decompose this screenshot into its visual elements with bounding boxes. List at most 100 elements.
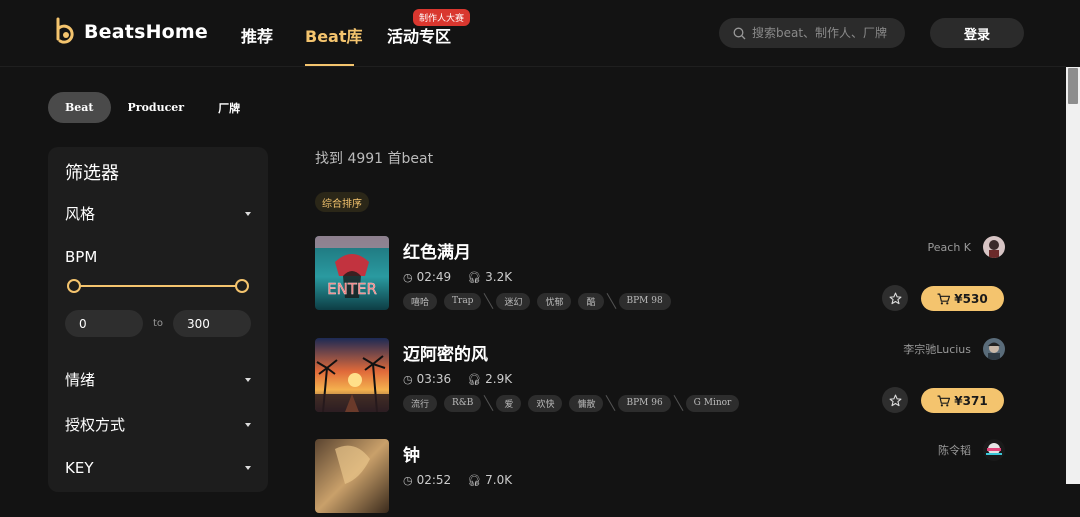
filter-bpm-label: BPM [65,248,98,266]
avatar[interactable] [983,236,1005,258]
buy-button[interactable]: ¥371 [921,388,1004,413]
beatshome-logo-icon [56,17,74,44]
track-title[interactable]: 迈阿密的风 [403,340,488,365]
filter-bpm-header: BPM [65,248,251,266]
active-nav-indicator [305,64,354,66]
track-row[interactable]: ENTER 红色满月 ◷ 02:49 🎧︎ 3.2K 嘻哈 Trap 迷幻 忧郁 酷… [315,236,1005,314]
tag-chip[interactable]: 忧郁 [537,292,572,310]
track-duration: 03:36 [416,372,452,386]
track-tags: 流行 R&B 爱 欢快 慵散 BPM 96 G Minor [403,394,740,412]
track-meta: ◷ 03:36 🎧︎ 2.9K [403,372,512,386]
cart-icon [937,293,951,304]
track-duration: 02:52 [416,473,452,487]
scrollbar-gutter-top [1066,0,1080,67]
filter-key-label: KEY [65,459,94,477]
clock-icon: ◷ [403,271,413,284]
search-input[interactable] [752,26,892,40]
track-cover[interactable] [315,338,389,412]
chevron-down-icon [245,377,251,382]
tag-chip[interactable]: 爱 [496,394,522,412]
headphones-icon: 🎧︎ [467,271,482,284]
filter-style-label: 风格 [65,205,96,223]
bpm-range-slider[interactable] [73,285,243,287]
tag-chip[interactable]: Trap [444,292,482,310]
brand-logo[interactable]: BeatsHome [54,17,208,47]
filter-style-dropdown[interactable]: 风格 [65,203,251,224]
bpm-min-input[interactable]: 0 [65,310,143,337]
tag-chip[interactable]: 欢快 [528,394,563,412]
sort-dropdown[interactable]: 综合排序 [315,192,369,212]
search-box[interactable] [719,18,905,48]
filter-mood-dropdown[interactable]: 情绪 [65,369,251,390]
avatar[interactable] [983,338,1005,360]
tag-divider [606,394,616,412]
filter-license-label: 授权方式 [65,416,126,434]
producer-info[interactable]: 陈令韬 [938,439,1005,461]
track-plays: 2.9K [485,372,513,386]
producer-name[interactable]: 李宗驰Lucius [903,341,971,357]
nav-beat-library[interactable]: Beat库 [305,23,363,47]
producer-name[interactable]: 陈令韬 [938,442,971,458]
track-row[interactable]: 钟 ◷ 02:52 🎧︎ 7.0K 陈令韬 [315,439,1005,517]
bpm-min-handle[interactable] [67,279,81,293]
track-plays: 3.2K [485,270,513,284]
tab-beat[interactable]: Beat [48,92,111,123]
tag-divider [606,292,616,310]
tag-chip[interactable]: G Minor [685,394,740,412]
track-cover[interactable]: ENTER [315,236,389,310]
login-button[interactable]: 登录 [930,18,1024,48]
tag-chip[interactable]: BPM 96 [618,394,671,412]
favorite-button[interactable] [882,285,908,311]
chevron-down-icon [245,422,251,427]
cart-icon [937,395,951,406]
track-row[interactable]: 迈阿密的风 ◷ 03:36 🎧︎ 2.9K 流行 R&B 爱 欢快 慵散 BPM 9… [315,338,1005,416]
range-separator: to [153,318,164,329]
clock-icon: ◷ [403,373,413,386]
tag-chip[interactable]: 迷幻 [496,292,531,310]
track-title[interactable]: 钟 [403,441,420,466]
track-price: ¥530 [954,291,988,306]
page-scrollbar[interactable] [1066,67,1080,484]
headphones-icon: 🎧︎ [467,373,482,386]
chevron-down-icon [245,466,251,470]
tab-producer[interactable]: Producer [111,92,202,123]
tab-label[interactable]: 厂牌 [201,92,257,123]
search-type-tabs: Beat Producer 厂牌 [48,92,257,123]
track-meta: ◷ 02:52 🎧︎ 7.0K [403,473,512,487]
track-title[interactable]: 红色满月 [403,238,471,263]
filter-title: 筛选器 [65,163,119,184]
filter-license-dropdown[interactable]: 授权方式 [65,414,251,435]
tag-chip[interactable]: 流行 [403,394,438,412]
star-icon [889,394,901,406]
track-cover[interactable] [315,439,389,513]
tag-divider [673,394,684,412]
scrollbar-thumb[interactable] [1068,68,1078,104]
star-icon [889,292,901,304]
tag-divider [484,292,494,310]
brand-name: BeatsHome [84,21,209,43]
tag-chip[interactable]: BPM 98 [618,292,671,310]
nav-events[interactable]: 活动专区 [387,23,451,47]
nav-recommend[interactable]: 推荐 [241,23,273,47]
producer-name[interactable]: Peach K [928,241,971,254]
search-icon [733,27,746,39]
producer-info[interactable]: Peach K [928,236,1005,258]
favorite-button[interactable] [882,387,908,413]
tag-chip[interactable]: 慵散 [569,394,604,412]
buy-button[interactable]: ¥530 [921,286,1004,311]
bpm-max-input[interactable]: 300 [173,310,251,337]
tag-chip[interactable]: 嘻哈 [403,292,438,310]
producer-info[interactable]: 李宗驰Lucius [903,338,1005,360]
tag-chip[interactable]: R&B [444,394,482,412]
filter-key-dropdown[interactable]: KEY [65,459,251,477]
avatar[interactable] [983,439,1005,461]
tag-chip[interactable]: 酷 [578,292,604,310]
top-navigation-bar: BeatsHome 推荐 Beat库 活动专区 制作人大赛 登录 [0,0,1066,67]
cover-image [315,338,389,412]
cover-image: ENTER [315,236,389,310]
filter-panel: 筛选器 风格 BPM 0 to 300 情绪 授权方式 KEY [48,147,268,492]
headphones-icon: 🎧︎ [467,474,482,487]
svg-text:ENTER: ENTER [327,280,377,298]
tag-divider [483,394,494,412]
bpm-max-handle[interactable] [235,279,249,293]
